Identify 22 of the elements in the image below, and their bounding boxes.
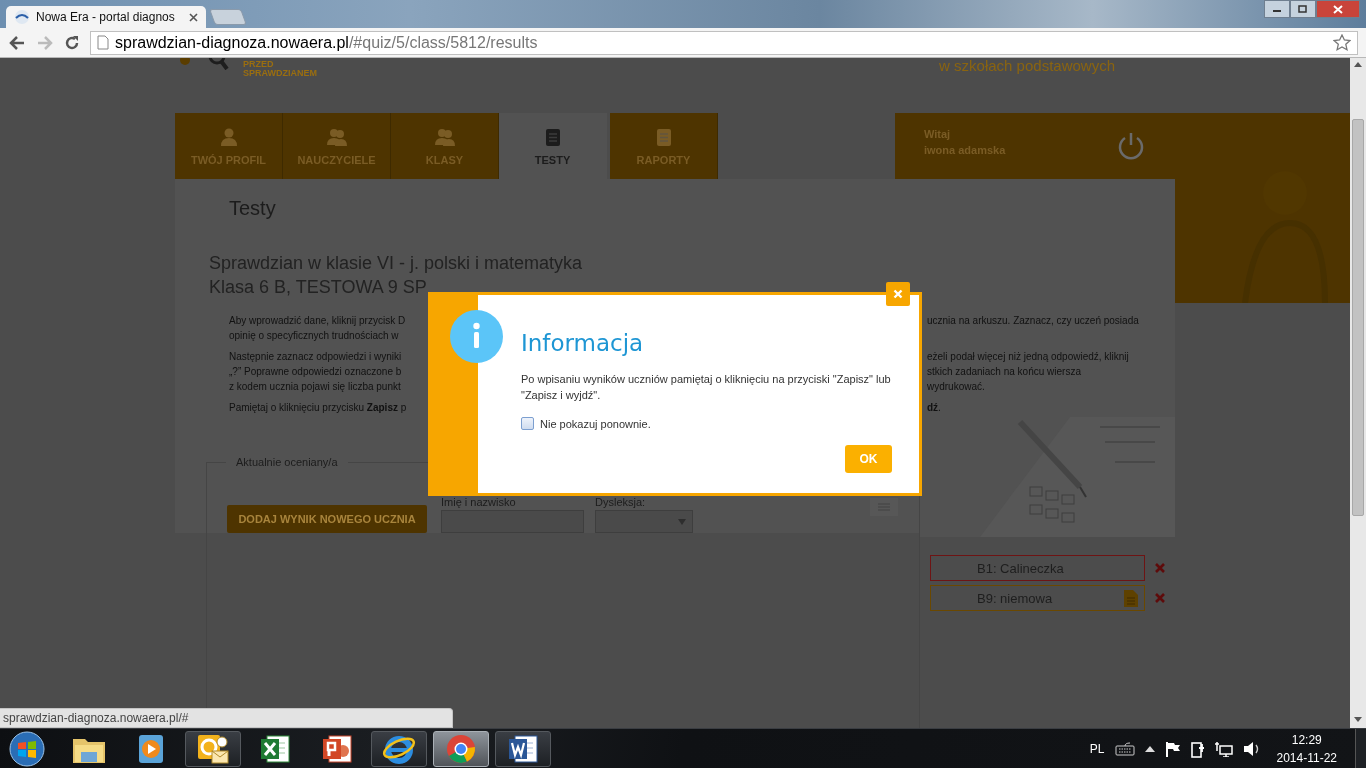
dialog-title: Informacja <box>521 330 645 356</box>
address-bar[interactable]: sprawdzian-diagnoza.nowaera.pl/#quiz/5/class/5812/results <box>90 30 1358 55</box>
instruction-text: opinię o specyficznych trudnościach w <box>229 329 400 343</box>
status-url: sprawdzian-diagnoza.nowaera.pl/# <box>3 711 189 725</box>
instruction-text: eżeli podał więcej niż jedną odpowiedź, kliknij <box>927 350 1129 364</box>
instruction-text: Aby wprowadzić dane, kliknij przycisk D <box>229 314 407 328</box>
browser-tab[interactable]: Nowa Era - portal diagnos <box>6 6 206 28</box>
checkbox-label: Nie pokazuj ponownie. <box>540 417 651 430</box>
add-student-button[interactable]: DODAJ WYNIK NOWEGO UCZNIA <box>227 505 427 533</box>
logo-text: PRZED SPRAWDZIANEM <box>243 60 317 78</box>
ok-button[interactable]: OK <box>845 445 892 473</box>
instruction-text: z kodem ucznia pojawi się liczba punkt <box>229 380 402 394</box>
instruction-text: wydrukować. <box>927 380 985 394</box>
instruction-text: dź. <box>927 401 941 415</box>
instruction-text: ucznia na arkuszu. Zaznacz, czy uczeń posiada <box>927 314 1139 328</box>
instruction-text: stkich zadaniach na końcu wiersza <box>927 365 1081 379</box>
dialog-message: Po wpisaniu wyników uczniów pamiętaj o kliknięciu na przyciski "Zapisz" lub "Zapisz i wyjdź". <box>521 372 892 403</box>
tagline: w szkołach podstawowych <box>939 58 1115 76</box>
tab-title: Nowa Era - portal diagnos <box>36 10 175 24</box>
language-indicator[interactable]: PL <box>1089 741 1105 756</box>
clock[interactable]: 12:29 2014-11-22 <box>1276 730 1337 767</box>
url-text: sprawdzian-diagnoza.nowaera.pl/#quiz/5/class/5812/results <box>115 33 539 52</box>
